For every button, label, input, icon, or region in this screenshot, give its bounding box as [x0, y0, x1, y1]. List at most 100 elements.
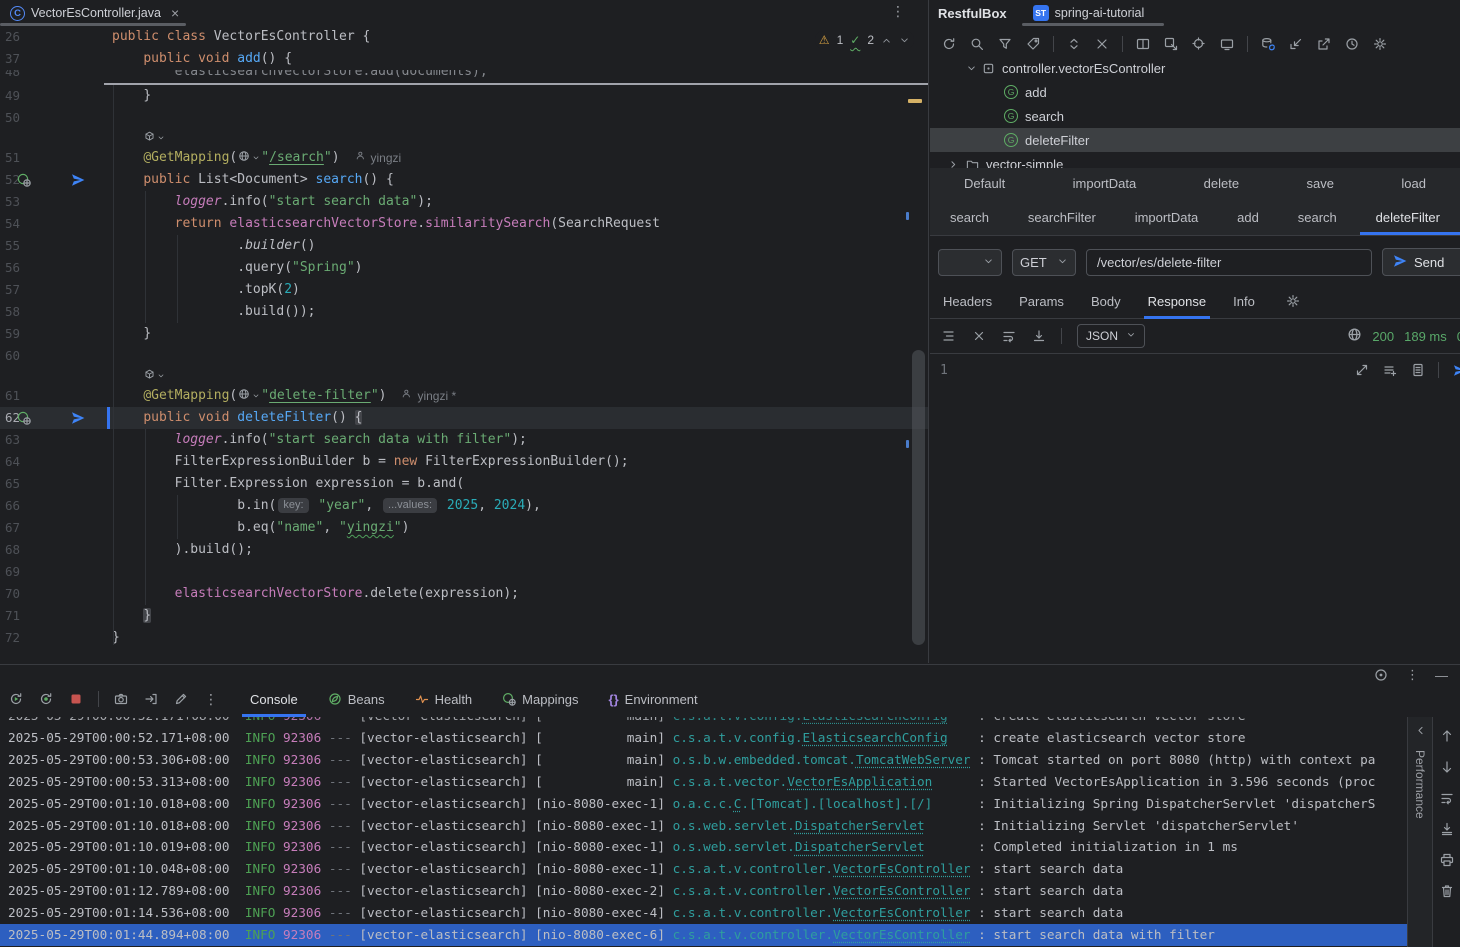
globe-icon[interactable] [238, 150, 250, 162]
locate-icon[interactable] [1190, 35, 1208, 53]
soft-wrap-icon[interactable] [1000, 327, 1018, 345]
stop-icon[interactable] [67, 690, 85, 708]
author-inlay-hint[interactable]: yingzi [356, 147, 402, 169]
console-log[interactable]: 2025-05-29T00:00:52.171+08:00 INFO 92306… [0, 717, 1407, 947]
logger-link[interactable]: VectorEsController [833, 905, 971, 920]
up-icon[interactable] [1438, 727, 1456, 745]
code-line[interactable] [0, 129, 928, 147]
code-line[interactable]: 65 Filter.Expression expression = b.and( [0, 473, 928, 495]
preview-icon[interactable] [1218, 35, 1236, 53]
refresh-icon[interactable] [940, 35, 958, 53]
tab-info[interactable]: Info [1233, 284, 1255, 318]
close-tab-icon[interactable]: × [171, 5, 179, 21]
code-line[interactable]: 54 return elasticsearchVectorStore.simil… [0, 213, 928, 235]
select-opened-icon[interactable] [1162, 35, 1180, 53]
annotation-inlay-icon[interactable] [144, 369, 155, 380]
scrollend-icon[interactable] [1438, 820, 1456, 838]
trash-icon[interactable] [1438, 882, 1456, 900]
tab-searchfilter[interactable]: searchFilter [1024, 199, 1100, 235]
code-line[interactable]: 61 @GetMapping("delete-filter")yingzi * [0, 385, 928, 407]
download-icon[interactable] [1030, 327, 1048, 345]
rerun2-icon[interactable] [37, 690, 55, 708]
tab-deletefilter[interactable]: deleteFilter [1372, 199, 1444, 235]
scrollbar-warning-mark[interactable] [908, 99, 922, 103]
filter-icon[interactable] [996, 35, 1014, 53]
tab-mappings[interactable]: Mappings [502, 681, 578, 717]
tab-headers[interactable]: Headers [943, 284, 992, 318]
chevron-left-icon[interactable] [1408, 725, 1432, 736]
tab-beans[interactable]: Beans [328, 681, 385, 717]
code-line[interactable] [0, 367, 928, 385]
compare-icon[interactable] [1381, 361, 1399, 379]
logger-link[interactable]: VectorEsController [833, 883, 971, 898]
tree-item-search[interactable]: Gsearch [930, 104, 1460, 128]
log-line[interactable]: 2025-05-29T00:01:10.048+08:00 INFO 92306… [0, 858, 1407, 880]
send-button[interactable]: Send [1382, 248, 1460, 276]
code-line[interactable]: 56 .query("Spring") [0, 257, 928, 279]
tab-search[interactable]: search [946, 199, 993, 235]
collapse-all-icon[interactable] [1093, 35, 1111, 53]
log-line[interactable]: 2025-05-29T00:01:10.019+08:00 INFO 92306… [0, 836, 1407, 858]
project-tab[interactable]: ST spring-ai-tutorial [1033, 5, 1145, 21]
history-icon[interactable] [1343, 35, 1361, 53]
performance-stripe[interactable]: Performance [1407, 717, 1433, 947]
import-icon[interactable] [1287, 35, 1305, 53]
code-line[interactable]: 53 logger.info("start search data"); [0, 191, 928, 213]
code-line[interactable]: 71 } [0, 605, 928, 627]
globe-icon[interactable] [238, 388, 250, 400]
log-line[interactable]: 2025-05-29T00:01:10.018+08:00 INFO 92306… [0, 815, 1407, 837]
response-body[interactable]: 1 [930, 353, 1460, 663]
editor-tabbar-more-icon[interactable]: ⋮ [891, 3, 906, 20]
code-line[interactable]: 59 } [0, 323, 928, 345]
format-icon[interactable] [940, 327, 958, 345]
inspections-widget[interactable]: ⚠ 1 ✓ 2 [815, 31, 914, 49]
code-line[interactable]: 62 public void deleteFilter() { [0, 407, 928, 429]
prev-problem-icon[interactable] [881, 35, 892, 46]
environment-select[interactable] [938, 249, 1002, 276]
search-icon[interactable] [968, 35, 986, 53]
code-line[interactable]: 57 .topK(2) [0, 279, 928, 301]
tab-importdata[interactable]: importData [1131, 199, 1203, 235]
next-problem-icon[interactable] [899, 35, 910, 46]
logger-link[interactable]: VectorEsController [833, 861, 971, 876]
code-line[interactable]: 60 [0, 345, 928, 367]
tab-response[interactable]: Response [1148, 284, 1207, 318]
code-line[interactable]: 70 elasticsearchVectorStore.delete(expre… [0, 583, 928, 605]
sticky-code-line[interactable]: 37 public void add() { [0, 48, 928, 70]
db-sync-icon[interactable] [1259, 35, 1277, 53]
tab-console[interactable]: Console [250, 681, 298, 717]
print-icon[interactable] [1438, 851, 1456, 869]
code-line[interactable]: 66 b.in(key: "year", ...values: 2025, 20… [0, 495, 928, 517]
code-line[interactable]: 49 } [0, 85, 928, 107]
chevron-right-icon[interactable] [948, 159, 959, 169]
code-line[interactable]: 51 @GetMapping("/search")yingzi [0, 147, 928, 169]
logger-link[interactable]: ElasticsearchConfig [802, 717, 947, 723]
log-line[interactable]: 2025-05-29T00:01:14.536+08:00 INFO 92306… [0, 902, 1407, 924]
tag-icon[interactable] [1024, 35, 1042, 53]
logger-link[interactable]: VectorEsApplication [787, 774, 932, 789]
code-line[interactable]: 55 .builder() [0, 235, 928, 257]
code-line[interactable]: 50 [0, 107, 928, 129]
tab-health[interactable]: Health [415, 681, 473, 717]
code-line[interactable]: 72} [0, 627, 928, 649]
tab-params[interactable]: Params [1019, 284, 1064, 318]
editor-scrollbar[interactable] [912, 350, 925, 645]
export-icon[interactable] [1315, 35, 1333, 53]
code-line[interactable]: 68 ).build(); [0, 539, 928, 561]
code-line[interactable]: 52 public List<Document> search() { [0, 169, 928, 191]
camera-icon[interactable] [112, 690, 130, 708]
code-line[interactable]: 67 b.eq("name", "yingzi") [0, 517, 928, 539]
log-line[interactable]: 2025-05-29T00:01:10.018+08:00 INFO 92306… [0, 793, 1407, 815]
chevron-down-icon[interactable] [966, 63, 977, 74]
tree-item-controller[interactable]: controller.vectorEsController [930, 56, 1460, 80]
tab-delete[interactable]: delete [1200, 168, 1243, 199]
settings-icon[interactable] [1284, 292, 1302, 310]
sticky-code-line[interactable]: 26public class VectorEsController { [0, 26, 928, 48]
log-line[interactable]: 2025-05-29T00:00:53.306+08:00 INFO 92306… [0, 749, 1407, 771]
tree-item-add[interactable]: Gadd [930, 80, 1460, 104]
tab-body[interactable]: Body [1091, 284, 1121, 318]
tab-environment[interactable]: {}Environment [609, 681, 698, 717]
tab-add[interactable]: add [1233, 199, 1263, 235]
author-inlay-hint[interactable]: yingzi * [402, 385, 456, 407]
collapse-icon[interactable] [970, 327, 988, 345]
